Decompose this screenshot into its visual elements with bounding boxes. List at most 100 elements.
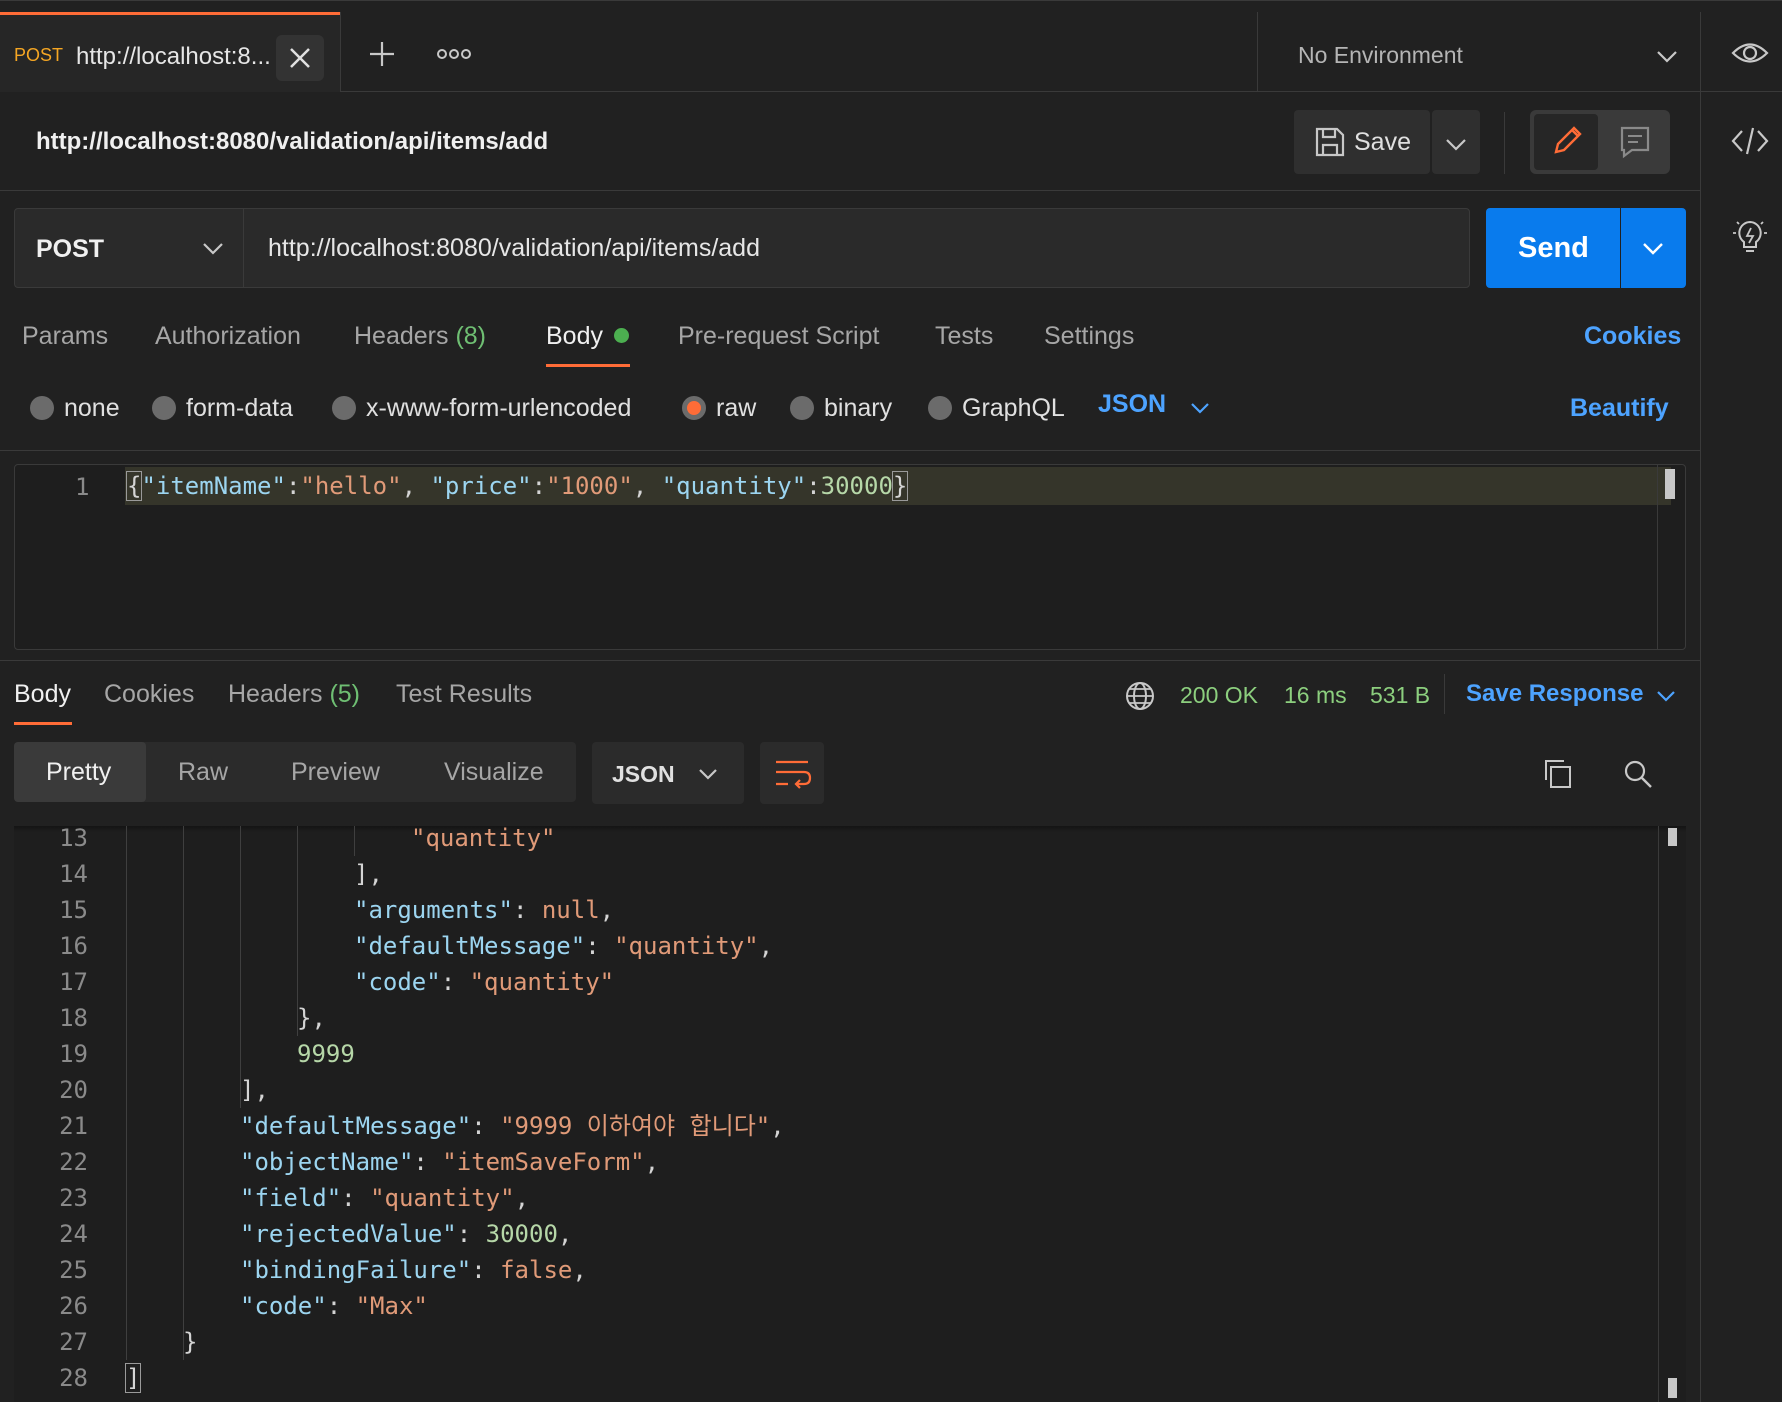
response-body-editor[interactable]: 13 "quantity" 14], 15 "arguments": null, 16 "d… xyxy=(14,826,1686,1402)
resp-tab-body[interactable]: Body xyxy=(14,680,71,709)
label-urlencoded[interactable]: x-www-form-urlencoded xyxy=(366,394,631,423)
tab-params[interactable]: Params xyxy=(22,322,108,351)
json-string: "itemSaveForm" xyxy=(442,1148,645,1176)
send-dropdown-button[interactable] xyxy=(1621,208,1686,288)
resp-headers-count: (5) xyxy=(329,680,361,708)
json-punct: ], xyxy=(354,860,383,888)
code-line: "bindingFailure": false, xyxy=(240,1252,587,1288)
resp-scrollbar-bottom[interactable] xyxy=(1668,1378,1677,1398)
response-format-select[interactable]: JSON xyxy=(592,742,744,804)
view-visualize[interactable]: Visualize xyxy=(444,758,544,787)
tab-settings[interactable]: Settings xyxy=(1044,322,1134,351)
search-icon[interactable] xyxy=(1622,758,1654,790)
more-tabs-icon[interactable] xyxy=(436,44,472,64)
view-preview[interactable]: Preview xyxy=(291,758,380,787)
save-response-button[interactable]: Save Response xyxy=(1466,680,1686,714)
label-form-data[interactable]: form-data xyxy=(186,394,293,423)
editor-scrollbar-thumb[interactable] xyxy=(1665,469,1675,499)
chevron-down-icon xyxy=(1188,398,1212,418)
label-binary[interactable]: binary xyxy=(824,394,892,423)
code-line: 9999 xyxy=(297,1036,355,1072)
line-number: 13 xyxy=(59,826,88,852)
view-pretty[interactable]: Pretty xyxy=(14,742,146,802)
response-size[interactable]: 531 B xyxy=(1370,682,1430,709)
json-string: "Max" xyxy=(355,1292,428,1320)
headers-count: (8) xyxy=(455,322,487,350)
cookies-link[interactable]: Cookies xyxy=(1584,322,1681,351)
resp-tab-cookies[interactable]: Cookies xyxy=(104,680,194,709)
code-line: "quantity" xyxy=(411,826,556,856)
edit-pencil-icon[interactable] xyxy=(1534,114,1598,170)
editor-scrollbar-track[interactable] xyxy=(1657,465,1658,649)
status-code[interactable]: 200 OK xyxy=(1180,682,1258,709)
radio-urlencoded[interactable] xyxy=(332,396,356,420)
resp-tab-test-results[interactable]: Test Results xyxy=(396,680,532,709)
request-body-editor[interactable]: 1 {"itemName":"hello", "price":"1000", "… xyxy=(14,464,1686,650)
json-literal: null xyxy=(541,896,600,924)
radio-graphql[interactable] xyxy=(928,396,952,420)
json-string: "9999 이하여야 합니다" xyxy=(500,1112,771,1140)
resp-scrollbar-track[interactable] xyxy=(1658,826,1659,1402)
name-row-divider xyxy=(0,190,1700,191)
tab-headers[interactable]: Headers (8) xyxy=(354,322,486,351)
tab-body[interactable]: Body xyxy=(546,322,603,351)
json-string: "quantity" xyxy=(411,826,556,852)
body-tab-underline xyxy=(546,364,630,367)
beautify-button[interactable]: Beautify xyxy=(1570,394,1669,423)
json-key: "code" xyxy=(240,1292,327,1320)
new-tab-plus-icon[interactable] xyxy=(366,38,398,70)
label-none[interactable]: none xyxy=(64,394,120,423)
label-raw[interactable]: raw xyxy=(716,394,756,423)
body-format-select[interactable]: JSON xyxy=(1098,390,1218,430)
close-icon[interactable] xyxy=(276,35,324,81)
save-button[interactable]: Save xyxy=(1294,110,1430,174)
line-number: 14 xyxy=(59,860,88,888)
copy-icon[interactable] xyxy=(1542,758,1574,790)
radio-binary[interactable] xyxy=(790,396,814,420)
indent-guide xyxy=(183,826,184,1360)
environment-select[interactable]: No Environment xyxy=(1258,12,1698,92)
method-select[interactable]: POST xyxy=(14,208,244,288)
lightbulb-icon[interactable] xyxy=(1730,216,1770,256)
indent-guide xyxy=(240,826,241,1108)
radio-none[interactable] xyxy=(30,396,54,420)
json-punct xyxy=(600,932,614,960)
view-raw[interactable]: Raw xyxy=(178,758,228,787)
label-graphql[interactable]: GraphQL xyxy=(962,394,1065,423)
toolbar-divider xyxy=(1504,112,1505,174)
chevron-down-icon xyxy=(1654,686,1678,706)
wrap-lines-icon[interactable] xyxy=(760,742,824,804)
indent-guide xyxy=(126,826,127,1360)
response-time[interactable]: 16 ms xyxy=(1284,682,1347,709)
pane-divider[interactable] xyxy=(0,660,1700,661)
send-button[interactable]: Send xyxy=(1486,208,1620,288)
json-punct xyxy=(486,1256,500,1284)
request-name[interactable]: http://localhost:8080/validation/api/ite… xyxy=(36,128,548,156)
code-line: }, xyxy=(297,1000,326,1036)
radio-raw[interactable] xyxy=(682,396,706,420)
request-body-code: {"itemName":"hello", "price":"1000", "qu… xyxy=(125,471,909,501)
json-number: 30000 xyxy=(485,1220,558,1248)
response-format-label: JSON xyxy=(612,761,675,787)
mode-toggle xyxy=(1530,110,1670,174)
token-comma: , xyxy=(401,472,417,500)
tab-prerequest-script[interactable]: Pre-request Script xyxy=(678,322,879,351)
request-tab[interactable]: POST http://localhost:8... xyxy=(0,12,340,92)
resp-tab-headers[interactable]: Headers (5) xyxy=(228,680,360,709)
save-dropdown-button[interactable] xyxy=(1432,110,1480,174)
tab-authorization[interactable]: Authorization xyxy=(155,322,301,351)
eye-icon[interactable] xyxy=(1730,38,1770,68)
line-number: 15 xyxy=(59,896,88,924)
url-input[interactable]: http://localhost:8080/validation/api/ite… xyxy=(268,234,1448,263)
resp-scrollbar-top[interactable] xyxy=(1668,828,1677,846)
json-punct: , xyxy=(644,1148,660,1176)
mode-row-divider xyxy=(0,450,1700,451)
radio-form-data[interactable] xyxy=(152,396,176,420)
json-punct xyxy=(486,1112,500,1140)
comment-icon[interactable] xyxy=(1604,114,1666,170)
json-punct: , xyxy=(758,932,774,960)
code-icon[interactable] xyxy=(1730,124,1770,158)
json-key: "bindingFailure" xyxy=(240,1256,472,1284)
globe-icon[interactable] xyxy=(1124,680,1156,712)
tab-tests[interactable]: Tests xyxy=(935,322,993,351)
